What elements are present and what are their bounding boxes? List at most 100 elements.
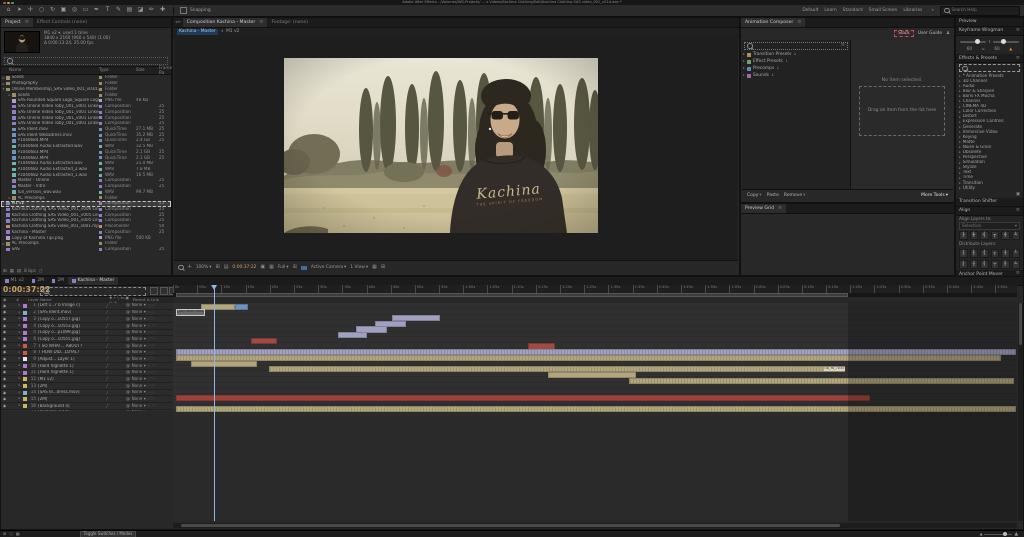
parent-link-cell[interactable]: @ None ▾ ╱╱╱╱ xyxy=(126,404,173,409)
twirl-icon[interactable]: ▸ xyxy=(16,364,23,368)
distribute-button[interactable]: ┸ xyxy=(1012,249,1021,258)
layer-row[interactable]: ◉ ▸ 4 [Copy o...10553.jpg] ╱ @ None ▾ ╱╱… xyxy=(1,323,173,330)
visibility-icon[interactable]: ◉ xyxy=(1,337,16,341)
visibility-icon[interactable]: ◉ xyxy=(1,357,16,361)
twirl-icon[interactable]: ▸ xyxy=(16,324,23,328)
copy-button[interactable]: Copy▾ xyxy=(747,193,762,198)
tool-icon[interactable]: T xyxy=(103,7,112,14)
tool-icon[interactable]: ▣ xyxy=(59,7,68,14)
remove-button[interactable]: Remove▾ xyxy=(784,193,806,198)
layer-row[interactable]: ◉ ▸ 8 T HOW DID...LOYAL? ╱ @ None ▾ ╱╱╱╱ xyxy=(1,350,173,357)
label-color-swatch[interactable] xyxy=(23,357,27,361)
tool-icon[interactable]: ✏ xyxy=(147,7,156,14)
layer-switches[interactable]: ╱ xyxy=(106,357,126,361)
timeline-tab[interactable]: Kachina - Master xyxy=(68,277,118,285)
project-footer-icon[interactable]: ▯ xyxy=(39,269,41,274)
layer-duration-bar[interactable] xyxy=(201,304,235,310)
align-button[interactable]: ┫ xyxy=(980,231,989,240)
composer-drop-zone[interactable]: Drag an item from the list here xyxy=(859,86,945,136)
timeline-zoom-slider[interactable]: ▲ ▲ xyxy=(980,532,1024,537)
layer-row[interactable]: ◉ ▸ 3 [Copy o...10557.jpg] ╱ @ None ▾ ╱╱… xyxy=(1,316,173,323)
preview-panel-header[interactable]: Preview xyxy=(956,18,1023,27)
twirl-icon[interactable]: ▸ xyxy=(16,344,23,348)
layer-row[interactable]: ◉ ▸ 5 [Copy o...p1099.jpg] ╱ @ None ▾ ╱╱… xyxy=(1,330,173,337)
layer-duration-bar[interactable] xyxy=(191,361,257,367)
twirl-icon[interactable]: ▸ xyxy=(16,391,23,395)
effects-search-field[interactable] xyxy=(959,64,1020,72)
label-color-swatch[interactable] xyxy=(23,377,27,381)
workspace-button[interactable]: Standard xyxy=(840,8,866,13)
slack-button[interactable]: Slack xyxy=(894,30,914,37)
label-color-swatch[interactable] xyxy=(23,397,27,401)
layer-switches[interactable]: ╱ xyxy=(106,391,126,395)
layer-row[interactable]: ◉ ▸ 14 [SAS Id...dress.mov] ╱ @ None ▾ ╱… xyxy=(1,390,173,397)
tab-project[interactable]: Project≡ xyxy=(1,18,33,27)
label-color-swatch[interactable] xyxy=(23,324,27,328)
panel-menu-icon[interactable]: ≡ xyxy=(778,206,782,212)
label-color-swatch[interactable] xyxy=(23,391,27,395)
parent-link-cell[interactable]: @ None ▾ ╱╱╱╱ xyxy=(126,324,173,329)
layer-row[interactable]: ◉ ▸ 6 [Copy o...10555.jpg] ╱ @ None ▾ ╱╱… xyxy=(1,336,173,343)
layer-row[interactable]: ◉ ▸ 15 [2M] ╱ @ None ▾ ╱╱╱╱ xyxy=(1,396,173,403)
timeline-vertical-scrollbar[interactable] xyxy=(1018,303,1023,521)
project-footer-icon[interactable]: ⊞ xyxy=(3,269,7,274)
twirl-icon[interactable]: ▸ xyxy=(743,52,745,56)
label-color-swatch[interactable] xyxy=(23,337,27,341)
align-header[interactable]: Align≡ xyxy=(956,207,1023,216)
project-footer-icon[interactable]: 8 bpc xyxy=(24,269,36,274)
visibility-icon[interactable]: ◉ xyxy=(1,404,16,408)
workspace-button[interactable]: Small Screen xyxy=(866,8,901,13)
zoom-tool-icon[interactable] xyxy=(178,265,184,271)
tool-icon[interactable]: ◎ xyxy=(70,7,79,14)
layer-name[interactable]: [Adjust... Layer 1] xyxy=(38,357,106,362)
label-color-swatch[interactable] xyxy=(23,351,27,355)
composer-tree-item[interactable]: ▸ Transition Presets ↓ xyxy=(743,51,849,58)
layer-name[interactable]: [M1 v2] xyxy=(38,377,106,382)
visibility-icon[interactable]: ◉ xyxy=(1,370,16,374)
pixel-aspect-icon[interactable]: ▦ xyxy=(372,265,377,271)
layer-row[interactable]: ◉ ▸ 13 [2M] ╱ @ None ▾ ╱╱╱╱ xyxy=(1,383,173,390)
parent-link-cell[interactable]: @ None ▾ ╱╱╱╱ xyxy=(126,364,173,369)
view-layout-select[interactable]: 1 View▾ xyxy=(350,265,368,270)
parent-link-cell[interactable]: @ None ▾ ╱╱╱╱ xyxy=(126,377,173,382)
snapshot-icon[interactable]: ▣ xyxy=(260,265,265,271)
account-icon[interactable]: ♟ xyxy=(946,31,950,36)
project-footer-icon[interactable]: ▦ xyxy=(10,269,14,274)
composer-tree-item[interactable]: ▸ Precomps ↓ xyxy=(743,65,849,72)
layer-switches[interactable]: ╱ xyxy=(106,364,126,368)
viewer-back-icon[interactable]: ◂ xyxy=(175,20,177,25)
visibility-icon[interactable]: ◉ xyxy=(1,397,16,401)
layer-name[interactable]: [2M] xyxy=(38,397,106,402)
magnification-select[interactable]: 100%▾ xyxy=(196,265,212,270)
layer-duration-bar[interactable]: [SAS Ident.mov] xyxy=(176,309,205,315)
layer-duration-bar[interactable] xyxy=(176,395,870,401)
label-color-swatch[interactable] xyxy=(23,404,27,408)
tool-icon[interactable]: ◪ xyxy=(136,7,145,14)
track-area[interactable]: [SAS Ident.mov] xyxy=(173,303,1017,521)
workspace-button[interactable]: Learn xyxy=(821,8,839,13)
distribute-button[interactable]: ╢ xyxy=(980,260,989,269)
twirl-icon[interactable]: ▸ xyxy=(743,59,745,63)
visibility-icon[interactable]: ◉ xyxy=(1,344,16,348)
twirl-icon[interactable]: ▸ xyxy=(16,371,23,375)
timeline-tab[interactable]: M1 v2 xyxy=(1,277,28,285)
layer-name[interactable]: [Copy o...10557.jpg] xyxy=(38,317,106,322)
layer-name[interactable]: [Background 4] xyxy=(38,404,106,409)
align-button[interactable]: ┳ xyxy=(991,231,1000,240)
snapping-checkbox[interactable] xyxy=(180,7,187,14)
status-bar-icon[interactable]: ○ xyxy=(9,532,13,537)
workspace-button[interactable]: Default xyxy=(799,8,821,13)
distribute-button[interactable]: ┰ xyxy=(991,249,1000,258)
current-time-indicator[interactable] xyxy=(214,285,215,521)
layer-switches[interactable]: ╱ xyxy=(106,404,126,408)
tool-icon[interactable]: ✒ xyxy=(92,7,101,14)
rulers-icon[interactable]: ⊞ xyxy=(215,265,219,271)
keyframe-wingman-header[interactable]: Keyframe Wingman≡ xyxy=(956,27,1023,36)
download-icon[interactable]: ↓ xyxy=(776,66,779,71)
align-button[interactable]: ╋ xyxy=(1001,231,1010,240)
distribute-button[interactable]: ┠ xyxy=(959,249,968,258)
tool-icon[interactable]: ▭ xyxy=(81,7,90,14)
panel-menu-icon[interactable]: ≡ xyxy=(25,20,29,26)
parent-link-cell[interactable]: @ None ▾ ╱╱╱╱ xyxy=(126,344,173,349)
composer-search-field[interactable]: ≡ xyxy=(744,42,848,50)
